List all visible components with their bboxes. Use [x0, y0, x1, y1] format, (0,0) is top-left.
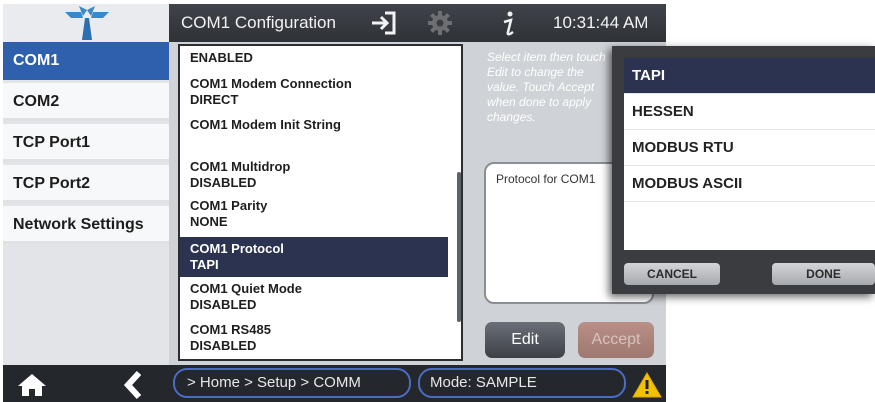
list-item-quiet-mode[interactable]: COM1 Quiet Mode DISABLED [180, 279, 448, 317]
setting-value: NONE [190, 214, 228, 229]
warning-icon[interactable] [632, 372, 662, 398]
accept-button[interactable]: Accept [578, 322, 654, 358]
gear-icon[interactable] [427, 10, 453, 36]
list-item-rs485[interactable]: COM1 RS485 DISABLED [180, 320, 448, 358]
exit-icon[interactable] [370, 10, 398, 36]
mode-indicator: Mode: SAMPLE [418, 368, 626, 398]
sidebar-item-com1[interactable]: COM1 [3, 42, 169, 80]
protocol-picker-dialog: TAPI HESSEN MODBUS RTU MODBUS ASCII CANC… [612, 46, 875, 294]
setting-name: COM1 Parity [190, 198, 268, 213]
edit-button[interactable]: Edit [485, 322, 565, 358]
clock: 10:31:44 AM [553, 13, 649, 32]
setting-value: DISABLED [190, 175, 257, 190]
setting-value: DIRECT [190, 92, 239, 107]
header-bar: COM1 Configuration 10:31:44 AM [3, 4, 666, 42]
sidebar: COM1 COM2 TCP Port1 TCP Port2 Network Se… [3, 42, 169, 365]
breadcrumb[interactable]: > Home > Setup > COMM [173, 368, 411, 398]
option-modbus-ascii[interactable]: MODBUS ASCII [624, 166, 875, 202]
list-item-modem-connection[interactable]: COM1 Modem Connection DIRECT [180, 73, 448, 111]
option-modbus-rtu[interactable]: MODBUS RTU [624, 130, 875, 166]
setting-name: COM1 RS485 [190, 322, 271, 337]
page-title: COM1 Configuration [181, 13, 336, 32]
done-button[interactable]: DONE [772, 263, 875, 285]
setting-value: DISABLED [190, 297, 257, 312]
sidebar-item-tcp-port2[interactable]: TCP Port2 [3, 165, 169, 203]
list-item-multidrop[interactable]: COM1 Multidrop DISABLED [180, 155, 448, 193]
list-item-modem-init-string[interactable]: COM1 Modem Init String [180, 113, 448, 153]
sidebar-item-tcp-port1[interactable]: TCP Port1 [3, 124, 169, 162]
home-icon[interactable] [17, 373, 47, 397]
back-icon[interactable] [123, 370, 143, 400]
setting-name: COM1 Quiet Mode [190, 281, 302, 296]
setting-name: COM1 Multidrop [190, 159, 291, 174]
setting-value: DISABLED [190, 338, 257, 353]
list-item-protocol[interactable]: COM1 Protocol TAPI [180, 237, 448, 277]
setting-name: COM1 Modem Init String [190, 117, 341, 132]
option-hessen[interactable]: HESSEN [624, 94, 875, 130]
info-icon[interactable] [499, 10, 519, 38]
logo-icon [65, 6, 109, 40]
list-item-enabled[interactable]: ENABLED [180, 50, 448, 66]
sidebar-item-com2[interactable]: COM2 [3, 83, 169, 121]
option-tapi[interactable]: TAPI [624, 58, 875, 94]
setting-value: ENABLED [190, 50, 253, 65]
logo [3, 4, 169, 42]
setting-name: COM1 Modem Connection [190, 76, 352, 91]
instrument-screen: COM1 Configuration 10:31:44 AM COM1 COM2… [3, 4, 666, 402]
setting-value: TAPI [190, 257, 219, 272]
cancel-button[interactable]: CANCEL [624, 263, 720, 285]
protocol-options: TAPI HESSEN MODBUS RTU MODBUS ASCII [624, 58, 875, 250]
settings-list: ENABLED COM1 Modem Connection DIRECT COM… [178, 44, 463, 361]
list-scrollbar[interactable] [457, 172, 461, 322]
option-empty [624, 202, 875, 250]
sidebar-item-network-settings[interactable]: Network Settings [3, 206, 169, 244]
list-item-parity[interactable]: COM1 Parity NONE [180, 196, 448, 234]
setting-name: COM1 Protocol [190, 241, 284, 256]
instructions-text: Select item then touch Edit to change th… [487, 50, 606, 124]
value-panel-label: Protocol for COM1 [496, 172, 596, 186]
